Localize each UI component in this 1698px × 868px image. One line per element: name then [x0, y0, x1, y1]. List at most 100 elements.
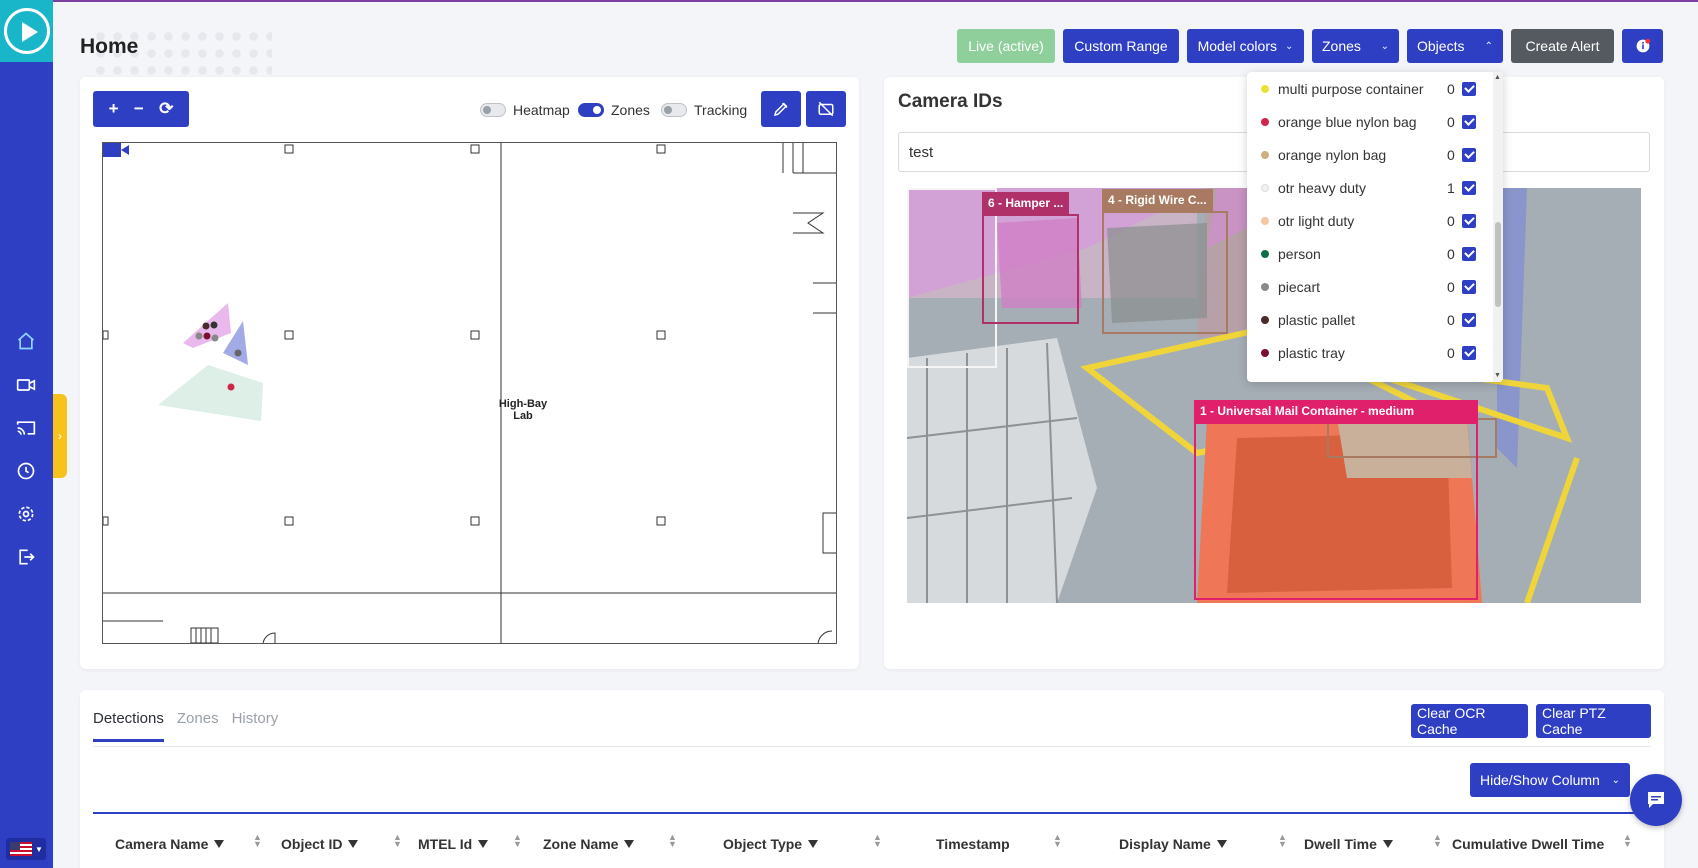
- color-dot-icon: [1261, 151, 1269, 159]
- language-selector[interactable]: ▼: [6, 838, 46, 860]
- heatmap-switch[interactable]: [480, 103, 506, 117]
- sidebar: ▼: [0, 0, 53, 868]
- column-header[interactable]: Object ID: [281, 834, 359, 854]
- sort-icon[interactable]: ▲ ▼: [873, 833, 882, 849]
- floor-plan-drawing: [103, 143, 836, 643]
- floor-plan[interactable]: High-Bay Lab: [102, 142, 837, 644]
- sidebar-expand-tab[interactable]: ›: [53, 394, 67, 478]
- filter-icon[interactable]: [214, 840, 225, 848]
- object-checkbox[interactable]: [1462, 247, 1476, 261]
- object-checkbox[interactable]: [1462, 280, 1476, 294]
- object-checkbox[interactable]: [1462, 148, 1476, 162]
- camera-off-icon: [818, 101, 834, 117]
- heatmap-toggle[interactable]: Heatmap: [480, 102, 570, 118]
- column-header[interactable]: Timestamp: [936, 834, 1010, 854]
- object-checkbox[interactable]: [1462, 82, 1476, 96]
- object-filter-item[interactable]: otr light duty 0: [1247, 205, 1492, 237]
- camera-ids-title: Camera IDs: [898, 91, 1003, 112]
- tab-detections[interactable]: Detections: [93, 710, 164, 742]
- draw-zone-button[interactable]: [761, 91, 801, 127]
- tracking-switch[interactable]: [661, 103, 687, 117]
- objects-button[interactable]: Objects ⌃: [1407, 29, 1503, 63]
- zones-switch[interactable]: [578, 103, 604, 117]
- column-header[interactable]: Zone Name: [543, 834, 635, 854]
- hide-cameras-button[interactable]: [806, 91, 846, 127]
- filter-icon[interactable]: [808, 840, 819, 848]
- zones-button[interactable]: Zones ⌄: [1312, 29, 1399, 63]
- model-colors-button[interactable]: Model colors ⌄: [1187, 29, 1304, 63]
- detection-box[interactable]: 6 - Hamper ...: [982, 192, 1079, 324]
- custom-range-label: Custom Range: [1074, 38, 1168, 54]
- column-header[interactable]: Display Name: [1119, 834, 1227, 854]
- sort-icon[interactable]: ▲ ▼: [1623, 833, 1632, 849]
- column-header[interactable]: MTEL Id: [418, 834, 489, 854]
- object-filter-item[interactable]: orange nylon bag 0: [1247, 139, 1492, 171]
- create-alert-button[interactable]: Create Alert: [1511, 29, 1614, 63]
- filter-icon[interactable]: [478, 840, 489, 848]
- object-filter-item[interactable]: otr heavy duty 1: [1247, 172, 1492, 204]
- object-filter-item[interactable]: plastic tray 0: [1247, 337, 1492, 369]
- clear-ptz-cache-button[interactable]: Clear PTZ Cache: [1536, 704, 1651, 738]
- video-camera-icon[interactable]: [14, 373, 38, 397]
- scroll-up-icon[interactable]: ▲: [1494, 74, 1501, 81]
- scrollbar-thumb[interactable]: [1495, 222, 1501, 307]
- tab-history[interactable]: History: [232, 710, 279, 742]
- objects-dropdown[interactable]: multi purpose container 0 orange blue nylo…: [1247, 72, 1503, 382]
- column-header[interactable]: Cumulative Dwell Time: [1452, 834, 1604, 854]
- object-filter-item[interactable]: multi purpose container 0: [1247, 73, 1492, 105]
- object-filter-item[interactable]: piecart 0: [1247, 271, 1492, 303]
- info-button[interactable]: [1622, 29, 1663, 63]
- zoom-in-icon[interactable]: +: [109, 99, 119, 119]
- cast-icon[interactable]: [14, 416, 38, 440]
- sort-icon[interactable]: ▲ ▼: [253, 833, 262, 849]
- filter-icon[interactable]: [624, 840, 635, 848]
- column-header[interactable]: Dwell Time: [1304, 834, 1393, 854]
- history-icon[interactable]: [14, 459, 38, 483]
- tab-zones[interactable]: Zones: [177, 710, 219, 742]
- chevron-up-icon: ⌃: [1484, 40, 1493, 52]
- object-checkbox[interactable]: [1462, 181, 1476, 195]
- live-button[interactable]: Live (active): [957, 29, 1055, 63]
- chat-button[interactable]: [1630, 774, 1682, 826]
- dropdown-scrollbar[interactable]: ▲ ▼: [1493, 72, 1503, 382]
- hide-show-column-button[interactable]: Hide/Show Column ⌄: [1470, 763, 1630, 797]
- column-header[interactable]: Camera Name: [115, 834, 225, 854]
- chevron-down-icon: ⌄: [1611, 774, 1620, 786]
- detection-box[interactable]: 4 - Rigid Wire C...: [1102, 189, 1228, 334]
- color-dot-icon: [1261, 184, 1269, 192]
- color-dot-icon: [1261, 283, 1269, 291]
- table-header: Camera Name ▲ ▼ Object ID ▲ ▼ MTEL Id ▲ ▼ Zone Na…: [93, 812, 1651, 868]
- zoom-out-icon[interactable]: −: [134, 99, 144, 119]
- object-checkbox[interactable]: [1462, 115, 1476, 129]
- clear-ocr-cache-button[interactable]: Clear OCR Cache: [1411, 704, 1528, 738]
- object-filter-item[interactable]: person 0: [1247, 238, 1492, 270]
- filter-icon[interactable]: [1382, 840, 1393, 848]
- logout-icon[interactable]: [14, 545, 38, 569]
- object-filter-item[interactable]: orange blue nylon bag 0: [1247, 106, 1492, 138]
- sort-icon[interactable]: ▲ ▼: [393, 833, 402, 849]
- zones-toggle[interactable]: Zones: [578, 102, 650, 118]
- column-header-label: Cumulative Dwell Time: [1452, 836, 1605, 852]
- sort-icon[interactable]: ▲ ▼: [1433, 833, 1442, 849]
- sort-icon[interactable]: ▲ ▼: [668, 833, 677, 849]
- object-checkbox[interactable]: [1462, 214, 1476, 228]
- reset-icon[interactable]: ⟳: [159, 99, 173, 119]
- object-checkbox[interactable]: [1462, 313, 1476, 327]
- app-logo[interactable]: [0, 0, 53, 62]
- scroll-down-icon[interactable]: ▼: [1494, 372, 1501, 379]
- sort-icon[interactable]: ▲ ▼: [1278, 833, 1287, 849]
- home-icon[interactable]: [14, 329, 38, 353]
- custom-range-button[interactable]: Custom Range: [1063, 29, 1179, 63]
- object-filter-item[interactable]: plastic pallet 0: [1247, 304, 1492, 336]
- filter-icon[interactable]: [348, 840, 359, 848]
- column-header[interactable]: Object Type: [723, 834, 819, 854]
- sort-icon[interactable]: ▲ ▼: [513, 833, 522, 849]
- tracking-toggle[interactable]: Tracking: [661, 102, 747, 118]
- filter-icon[interactable]: [1216, 840, 1227, 848]
- color-dot-icon: [1261, 316, 1269, 324]
- detection-box[interactable]: 1 - Universal Mail Container - medium: [1194, 400, 1478, 600]
- sort-icon[interactable]: ▲ ▼: [1053, 833, 1062, 849]
- object-checkbox[interactable]: [1462, 346, 1476, 360]
- camera-marker-icon[interactable]: [103, 143, 129, 157]
- gear-icon[interactable]: [14, 502, 38, 526]
